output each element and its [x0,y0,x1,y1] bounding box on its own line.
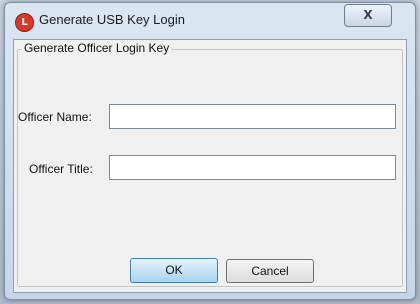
app-logo-icon: L [15,13,34,32]
officer-title-label: Officer Title: [29,162,93,176]
window-title: Generate USB Key Login [39,12,185,27]
officer-login-key-group: Generate Officer Login Key Officer Name:… [17,41,403,287]
title-bar[interactable]: L Generate USB Key Login X [5,3,415,39]
ok-button[interactable]: OK [130,258,218,283]
close-button[interactable]: X [344,4,392,27]
cancel-button[interactable]: Cancel [226,259,314,283]
officer-name-field[interactable] [109,104,396,129]
dialog-body: Generate Officer Login Key Officer Name:… [13,39,407,293]
officer-name-label: Officer Name: [18,110,92,124]
dialog-window: L Generate USB Key Login X Generate Offi… [4,2,416,300]
close-icon: X [363,8,373,22]
officer-title-field[interactable] [109,155,396,180]
group-legend: Generate Officer Login Key [22,41,172,55]
